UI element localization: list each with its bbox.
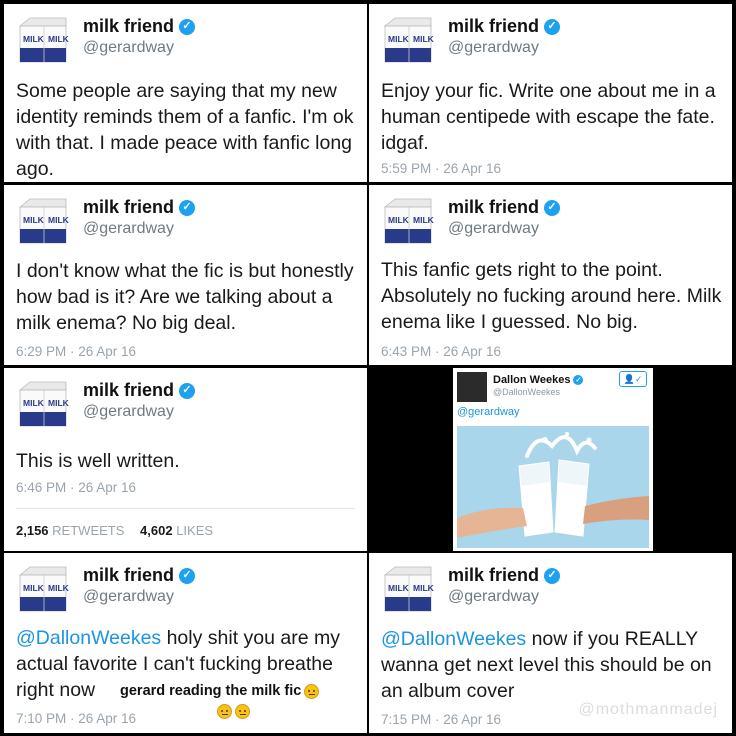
verified-badge-icon: ✓ [179,199,196,216]
tweet-stats: 2,156 RETWEETS 4,602 LIKES [16,523,225,538]
milk-carton-avatar[interactable] [14,16,72,64]
embedded-account-name[interactable]: Dallon Weekes [493,374,570,386]
verified-badge-icon: ✓ [179,18,196,35]
milk-carton-avatar[interactable] [379,16,437,64]
account-name-row: milk friend ✓ [83,197,196,218]
account-name-row: milk friend ✓ [83,380,196,401]
meme-caption: gerard reading the milk fic [120,683,320,699]
tweet-card: milk friend ✓ @gerardway Some people are… [4,4,367,182]
account-name[interactable]: milk friend [83,565,174,586]
tweet-card: milk friend ✓ @gerardway @DallonWeekes h… [4,553,367,733]
tweet-header: milk friend ✓ @gerardway [14,193,354,245]
tweet-timestamp[interactable]: 7:15 PM · 26 Apr 16 [381,712,501,727]
raised-eyebrow-emoji-icon [304,683,320,699]
account-name-row: milk friend ✓ [448,16,561,37]
account-name-row: milk friend ✓ [83,16,196,37]
account-handle[interactable]: @gerardway [448,39,539,57]
account-name[interactable]: milk friend [448,197,539,218]
account-handle[interactable]: @gerardway [83,588,174,606]
tweet-card: milk friend ✓ @gerardway This fanfic get… [369,185,732,365]
milk-carton-avatar[interactable] [14,565,72,613]
tweet-card: milk friend ✓ @gerardway I don't know wh… [4,185,367,365]
tweet-timestamp[interactable]: 5:59 PM · 26 Apr 16 [381,161,501,176]
milk-splash-photo[interactable] [457,426,649,548]
retweets-label[interactable]: RETWEETS [52,523,124,538]
tweet-text: This fanfic gets right to the point. Abs… [381,259,722,333]
verified-badge-icon: ✓ [544,18,561,35]
tweet-timestamp[interactable]: 6:43 PM · 26 Apr 16 [381,344,501,359]
tweet-text: @DallonWeekes now if you REALLY wanna ge… [381,626,726,704]
emoji-row [214,703,250,721]
milk-splash-illustration [457,426,649,548]
account-name[interactable]: milk friend [83,380,174,401]
account-name-row: milk friend ✓ [83,565,196,586]
verified-badge-icon: ✓ [573,375,584,385]
follow-button[interactable]: 👤✓ [619,371,647,387]
tweet-text: Some people are saying that my new ident… [16,80,354,180]
milk-carton-avatar[interactable] [379,197,437,245]
embedded-reply-panel: Dallon Weekes ✓ @DallonWeekes 👤✓ @gerard… [369,368,732,551]
embedded-tweet: Dallon Weekes ✓ @DallonWeekes 👤✓ @gerard… [453,368,653,551]
account-handle[interactable]: @gerardway [83,403,174,421]
embedded-account-handle[interactable]: @DallonWeekes [493,387,560,397]
tweet-card: milk friend ✓ @gerardway This is well wr… [4,368,367,551]
tweet-header: milk friend ✓ @gerardway [379,561,719,613]
verified-badge-icon: ✓ [179,567,196,584]
account-handle[interactable]: @gerardway [83,220,174,238]
tweet-timestamp[interactable]: 6:46 PM · 26 Apr 16 [16,480,136,495]
mention-link[interactable]: @DallonWeekes [16,627,161,649]
account-name[interactable]: milk friend [448,565,539,586]
tweet-header: milk friend ✓ @gerardway [14,376,354,428]
tweet-header: milk friend ✓ @gerardway [14,561,354,613]
account-name[interactable]: milk friend [83,16,174,37]
tweet-timestamp[interactable]: 7:10 PM · 26 Apr 16 [16,711,136,726]
embedded-name-row: Dallon Weekes ✓ [493,374,584,386]
mention-link[interactable]: @DallonWeekes [381,628,526,650]
account-handle[interactable]: @gerardway [448,588,539,606]
account-name-row: milk friend ✓ [448,197,561,218]
account-name[interactable]: milk friend [448,16,539,37]
raised-eyebrow-emoji-icon [235,704,250,720]
milk-carton-avatar[interactable] [14,197,72,245]
tweet-header: milk friend ✓ @gerardway [14,12,354,64]
likes-label[interactable]: LIKES [176,523,213,538]
verified-badge-icon: ✓ [544,567,561,584]
milk-carton-avatar[interactable] [379,565,437,613]
add-user-icon: 👤✓ [623,373,643,384]
tweet-header: milk friend ✓ @gerardway [379,12,719,64]
account-name[interactable]: milk friend [83,197,174,218]
account-handle[interactable]: @gerardway [448,220,539,238]
avatar[interactable] [457,372,487,402]
caption-text: gerard reading the milk fic [120,683,302,699]
raised-eyebrow-emoji-icon [217,704,232,720]
tweet-text: I don't know what the fic is but honestl… [16,260,354,334]
tweet-card: milk friend ✓ @gerardway Enjoy your fic.… [369,4,732,182]
milk-carton-avatar[interactable] [14,380,72,428]
tweet-header: milk friend ✓ @gerardway [379,193,719,245]
verified-badge-icon: ✓ [544,199,561,216]
account-handle[interactable]: @gerardway [83,39,174,57]
retweets-count[interactable]: 2,156 [16,523,49,538]
account-name-row: milk friend ✓ [448,565,561,586]
tweet-card: milk friend ✓ @gerardway @DallonWeekes n… [369,553,732,733]
tweet-text: This is well written. [16,450,180,472]
embedded-mention[interactable]: @gerardway [457,406,520,418]
watermark: @mothmanmadej [578,701,718,718]
divider [16,508,355,509]
tweet-text: Enjoy your fic. Write one about me in a … [381,80,716,154]
verified-badge-icon: ✓ [179,382,196,399]
tweet-timestamp[interactable]: 6:29 PM · 26 Apr 16 [16,344,136,359]
likes-count[interactable]: 4,602 [140,523,173,538]
